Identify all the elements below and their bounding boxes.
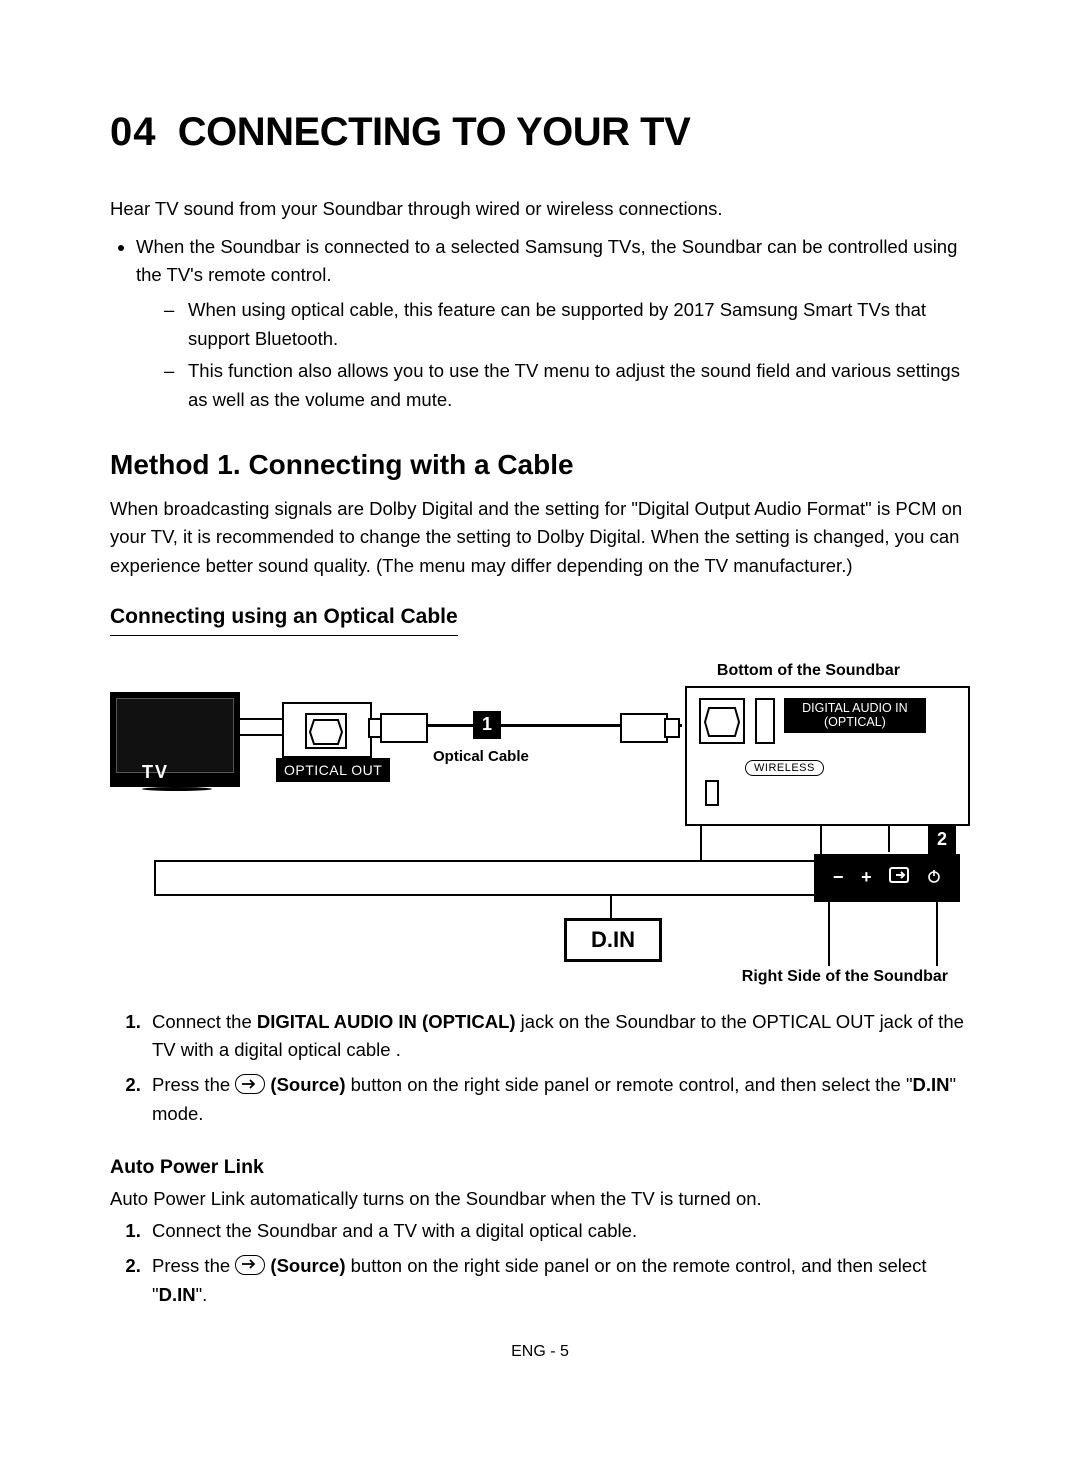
soundbar-front-icon (154, 860, 854, 896)
step-text-bold: D.IN (159, 1284, 196, 1305)
port-icon (705, 780, 719, 806)
autopower-heading: Auto Power Link (110, 1156, 970, 1179)
connection-diagram: Bottom of the Soundbar TV OPTICAL OUT 1 … (110, 662, 970, 992)
leader-line (828, 902, 830, 966)
list-item: Press the (Source) button on the right s… (146, 1252, 970, 1309)
list-item: When using optical cable, this feature c… (164, 296, 970, 353)
volume-up-icon: + (861, 867, 872, 888)
din-display: D.IN (564, 918, 662, 962)
soundbar-side-panel: − + (814, 854, 960, 902)
step-badge-1: 1 (473, 711, 501, 739)
power-icon (927, 867, 941, 888)
leader-line (238, 734, 282, 736)
list-item: Connect the Soundbar and a TV with a dig… (146, 1217, 970, 1246)
source-icon (235, 1255, 265, 1275)
list-item-text: When the Soundbar is connected to a sele… (136, 236, 957, 286)
port-icon (284, 704, 370, 756)
tv-label: TV (142, 762, 169, 783)
method-body: When broadcasting signals are Dolby Digi… (110, 495, 970, 581)
diagram-caption-bottom: Right Side of the Soundbar (742, 968, 948, 986)
autopower-intro: Auto Power Link automatically turns on t… (110, 1185, 970, 1213)
page-footer: ENG - 5 (110, 1343, 970, 1361)
list-item: This function also allows you to use the… (164, 357, 970, 414)
intro-text: Hear TV sound from your Soundbar through… (110, 195, 970, 223)
plug-icon (664, 718, 680, 738)
digital-audio-in-label: DIGITAL AUDIO IN (OPTICAL) (784, 698, 926, 733)
diagram-caption-top: Bottom of the Soundbar (717, 662, 900, 680)
optical-out-port (282, 702, 372, 758)
port-icon (755, 698, 775, 744)
optical-in-port-icon (699, 698, 745, 744)
list-item: When the Soundbar is connected to a sele… (136, 233, 970, 415)
dash-list: When using optical cable, this feature c… (136, 296, 970, 415)
leader-line (610, 896, 612, 918)
step-text-bold: DIGITAL AUDIO IN (OPTICAL) (257, 1011, 516, 1032)
chapter-number: 04 (110, 110, 157, 154)
step-badge-2: 2 (928, 826, 956, 854)
source-icon (889, 867, 909, 888)
step-text: Press the (152, 1255, 235, 1276)
step-text-bold: (Source) (265, 1255, 345, 1276)
volume-down-icon: − (833, 867, 844, 888)
step-text-bold: D.IN (913, 1074, 950, 1095)
leader-line (700, 826, 702, 862)
list-item: Connect the DIGITAL AUDIO IN (OPTICAL) j… (146, 1008, 970, 1065)
leader-line (238, 718, 282, 720)
step-text: button on the right side panel or remote… (345, 1074, 912, 1095)
step-text: Press the (152, 1074, 235, 1095)
chapter-title-text: CONNECTING TO YOUR TV (178, 110, 691, 154)
method-heading: Method 1. Connecting with a Cable (110, 449, 970, 481)
plug-icon (380, 713, 428, 743)
autopower-steps-list: Connect the Soundbar and a TV with a dig… (128, 1217, 970, 1309)
wireless-label: WIRELESS (745, 760, 824, 776)
plug-icon (620, 713, 668, 743)
leader-line (888, 826, 890, 852)
optical-out-label: OPTICAL OUT (276, 758, 390, 782)
step-text: Connect the (152, 1011, 257, 1032)
steps-list: Connect the DIGITAL AUDIO IN (OPTICAL) j… (128, 1008, 970, 1129)
soundbar-bottom-panel: DIGITAL AUDIO IN (OPTICAL) WIRELESS (685, 686, 970, 826)
leader-line (936, 902, 938, 966)
step-text: ". (196, 1284, 208, 1305)
bullet-list: When the Soundbar is connected to a sele… (136, 233, 970, 415)
chapter-title: 04 CONNECTING TO YOUR TV (110, 110, 970, 155)
sub-heading: Connecting using an Optical Cable (110, 605, 458, 636)
optical-cable-label: Optical Cable (433, 748, 529, 765)
tv-icon: TV (110, 692, 240, 787)
step-text-bold: (Source) (265, 1074, 345, 1095)
list-item: Press the (Source) button on the right s… (146, 1071, 970, 1128)
source-icon (235, 1074, 265, 1094)
manual-page: 04 CONNECTING TO YOUR TV Hear TV sound f… (0, 0, 1080, 1421)
